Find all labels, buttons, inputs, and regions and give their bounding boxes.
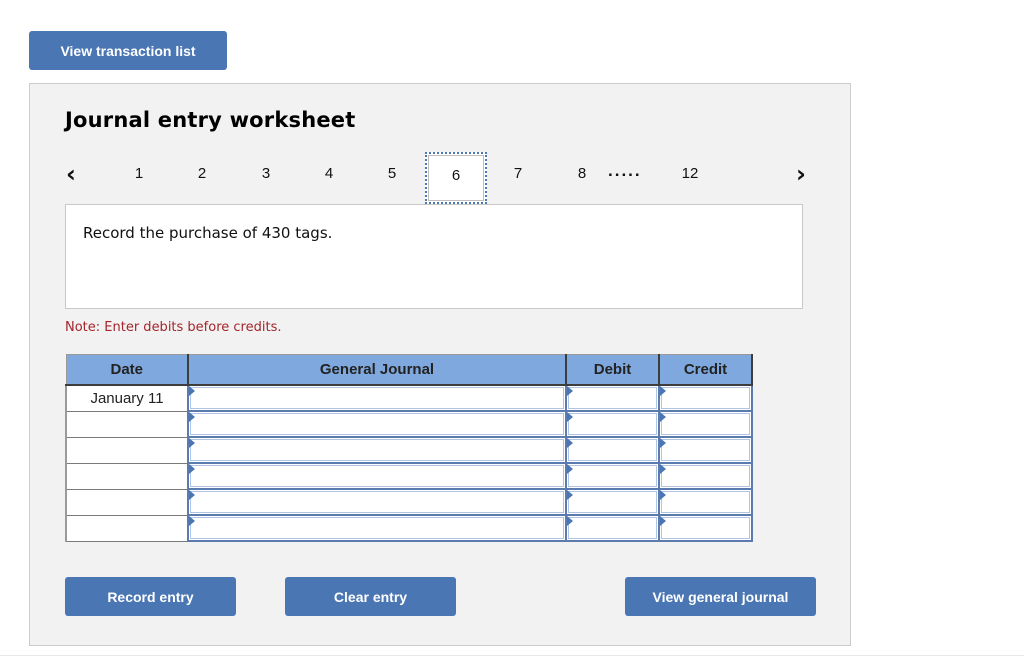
credit-cell[interactable] [658, 488, 753, 516]
credit-cell[interactable] [658, 436, 753, 464]
debit-input[interactable] [568, 413, 657, 435]
column-header-debit: Debit [565, 354, 660, 386]
account-cell[interactable] [187, 410, 567, 438]
debit-input[interactable] [568, 517, 657, 539]
credit-input[interactable] [661, 491, 750, 513]
page-12[interactable]: 12 [675, 165, 705, 182]
dropdown-flag-icon [189, 516, 195, 526]
dropdown-flag-icon [567, 386, 573, 396]
date-cell[interactable] [65, 462, 189, 490]
dropdown-flag-icon [660, 438, 666, 448]
account-input[interactable] [190, 413, 564, 435]
column-header-credit: Credit [658, 354, 753, 386]
account-input[interactable] [190, 517, 564, 539]
journal-table: Date General Journal Debit Credit Januar… [65, 354, 753, 542]
debit-input[interactable] [568, 439, 657, 461]
credit-input[interactable] [661, 387, 750, 409]
table-header-row: Date General Journal Debit Credit [65, 354, 753, 386]
page-5[interactable]: 5 [382, 165, 402, 182]
account-input[interactable] [190, 439, 564, 461]
debit-cell[interactable] [565, 410, 660, 438]
dropdown-flag-icon [189, 464, 195, 474]
date-cell[interactable] [65, 488, 189, 516]
debit-input[interactable] [568, 387, 657, 409]
table-row [65, 462, 753, 490]
credit-cell[interactable] [658, 514, 753, 542]
credit-cell[interactable] [658, 384, 753, 412]
question-box: Record the purchase of 430 tags. [65, 204, 803, 309]
pagination: ‹ 1 2 3 4 5 6 7 8 ..... 12 › [30, 150, 852, 210]
account-cell[interactable] [187, 514, 567, 542]
debit-input[interactable] [568, 491, 657, 513]
debit-input[interactable] [568, 465, 657, 487]
page-title: Journal entry worksheet [65, 108, 356, 132]
page-6-active[interactable]: 6 [425, 152, 487, 204]
note-text: Note: Enter debits before credits. [65, 320, 282, 335]
date-cell[interactable]: January 11 [65, 384, 189, 412]
credit-input[interactable] [661, 517, 750, 539]
account-input[interactable] [190, 491, 564, 513]
dropdown-flag-icon [660, 464, 666, 474]
dropdown-flag-icon [567, 464, 573, 474]
pagination-ellipsis: ..... [608, 161, 642, 180]
date-cell[interactable] [65, 514, 189, 542]
dropdown-flag-icon [567, 516, 573, 526]
dropdown-flag-icon [660, 412, 666, 422]
date-cell[interactable] [65, 410, 189, 438]
record-entry-button[interactable]: Record entry [65, 577, 236, 616]
credit-cell[interactable] [658, 410, 753, 438]
debit-cell[interactable] [565, 384, 660, 412]
table-row [65, 436, 753, 464]
question-text: Record the purchase of 430 tags. [83, 224, 333, 242]
page-1[interactable]: 1 [129, 165, 149, 182]
journal-entry-worksheet-panel: Journal entry worksheet ‹ 1 2 3 4 5 6 7 … [29, 83, 851, 646]
chevron-left-icon[interactable]: ‹ [66, 162, 76, 186]
page-7[interactable]: 7 [508, 165, 528, 182]
credit-input[interactable] [661, 439, 750, 461]
column-header-general-journal: General Journal [187, 354, 567, 386]
credit-input[interactable] [661, 465, 750, 487]
page-4[interactable]: 4 [319, 165, 339, 182]
dropdown-flag-icon [567, 438, 573, 448]
dropdown-flag-icon [660, 490, 666, 500]
view-transaction-list-button[interactable]: View transaction list [29, 31, 227, 70]
credit-cell[interactable] [658, 462, 753, 490]
table-row: January 11 [65, 384, 753, 412]
table-row [65, 410, 753, 438]
account-input[interactable] [190, 465, 564, 487]
account-cell[interactable] [187, 384, 567, 412]
dropdown-flag-icon [567, 490, 573, 500]
dropdown-flag-icon [189, 490, 195, 500]
account-cell[interactable] [187, 488, 567, 516]
debit-cell[interactable] [565, 436, 660, 464]
debit-cell[interactable] [565, 488, 660, 516]
credit-input[interactable] [661, 413, 750, 435]
table-row [65, 514, 753, 542]
dropdown-flag-icon [189, 412, 195, 422]
column-header-date: Date [65, 354, 189, 386]
debit-cell[interactable] [565, 462, 660, 490]
account-input[interactable] [190, 387, 564, 409]
table-row [65, 488, 753, 516]
chevron-right-icon[interactable]: › [796, 162, 806, 186]
page-2[interactable]: 2 [192, 165, 212, 182]
page-3[interactable]: 3 [256, 165, 276, 182]
dropdown-flag-icon [189, 438, 195, 448]
page-8[interactable]: 8 [572, 165, 592, 182]
dropdown-flag-icon [189, 386, 195, 396]
dropdown-flag-icon [567, 412, 573, 422]
debit-cell[interactable] [565, 514, 660, 542]
account-cell[interactable] [187, 436, 567, 464]
dropdown-flag-icon [660, 516, 666, 526]
dropdown-flag-icon [660, 386, 666, 396]
view-general-journal-button[interactable]: View general journal [625, 577, 816, 616]
date-cell[interactable] [65, 436, 189, 464]
divider [0, 655, 1024, 656]
clear-entry-button[interactable]: Clear entry [285, 577, 456, 616]
account-cell[interactable] [187, 462, 567, 490]
